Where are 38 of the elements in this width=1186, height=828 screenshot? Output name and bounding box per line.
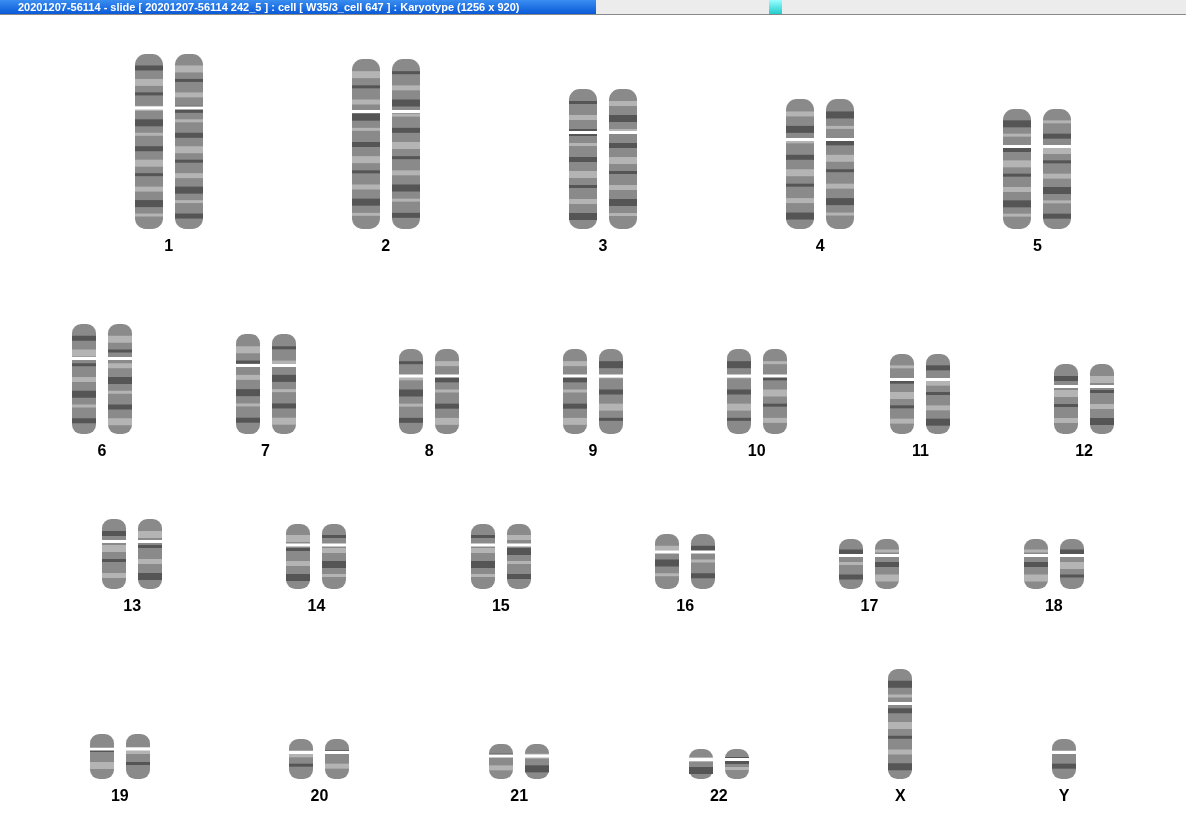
chromosome-label: 2 <box>381 237 391 255</box>
chromosome-label: 3 <box>598 237 608 255</box>
chromosome-label: 5 <box>1032 237 1042 255</box>
chromosome-label: 20 <box>310 787 329 805</box>
chromosome-pair-drawing <box>102 519 163 589</box>
chromosome-label: Y <box>1058 787 1070 805</box>
chromosome-label: X <box>895 787 906 805</box>
chromosome-label: 19 <box>110 787 129 805</box>
chromosome-pair-drawing <box>1023 539 1084 589</box>
chromosome-label: 12 <box>1075 442 1093 460</box>
chromosome-pair-drawing <box>286 524 347 589</box>
chromosome-pair-drawing <box>655 534 716 589</box>
chromosome-pair-drawing <box>489 744 550 779</box>
chromosome-label: 6 <box>97 442 107 460</box>
chromosome-label: 7 <box>261 442 270 460</box>
chromosome-label: 21 <box>510 787 529 805</box>
window-title: 20201207-56114 - slide [ 20201207-56114 242_5 ] : cell [ W35/3_cell 647 ] : Karyotype (1256 x 920) <box>0 0 596 14</box>
chromosome-label: 13 <box>123 597 142 615</box>
chromosome-pair-drawing <box>688 749 749 779</box>
chromosome-label: 11 <box>911 442 929 460</box>
chromosome-pair-drawing <box>839 539 900 589</box>
chromosome-label: 8 <box>424 442 434 460</box>
chromosome-drawing <box>1052 739 1077 779</box>
scroll-thumb[interactable] <box>769 0 782 14</box>
chromosome-label: 16 <box>676 597 695 615</box>
chromosome-label: 14 <box>307 597 326 615</box>
chromosome-pair-drawing <box>89 734 150 779</box>
chromosome-label: 9 <box>588 442 598 460</box>
chromosome-pair-drawing <box>289 739 350 779</box>
chromosome-label: 22 <box>709 787 728 805</box>
chromosome-pair-drawing <box>470 524 531 589</box>
chromosome-pair-drawing <box>1054 364 1115 434</box>
chromosome-label: 1 <box>164 237 174 255</box>
chromosome-label: 10 <box>747 442 766 460</box>
chromosome-label: 4 <box>815 237 825 255</box>
chromosome-label: 18 <box>1044 597 1063 615</box>
chromosome-label: 15 <box>491 597 510 615</box>
chromosome-label: 17 <box>860 597 879 615</box>
